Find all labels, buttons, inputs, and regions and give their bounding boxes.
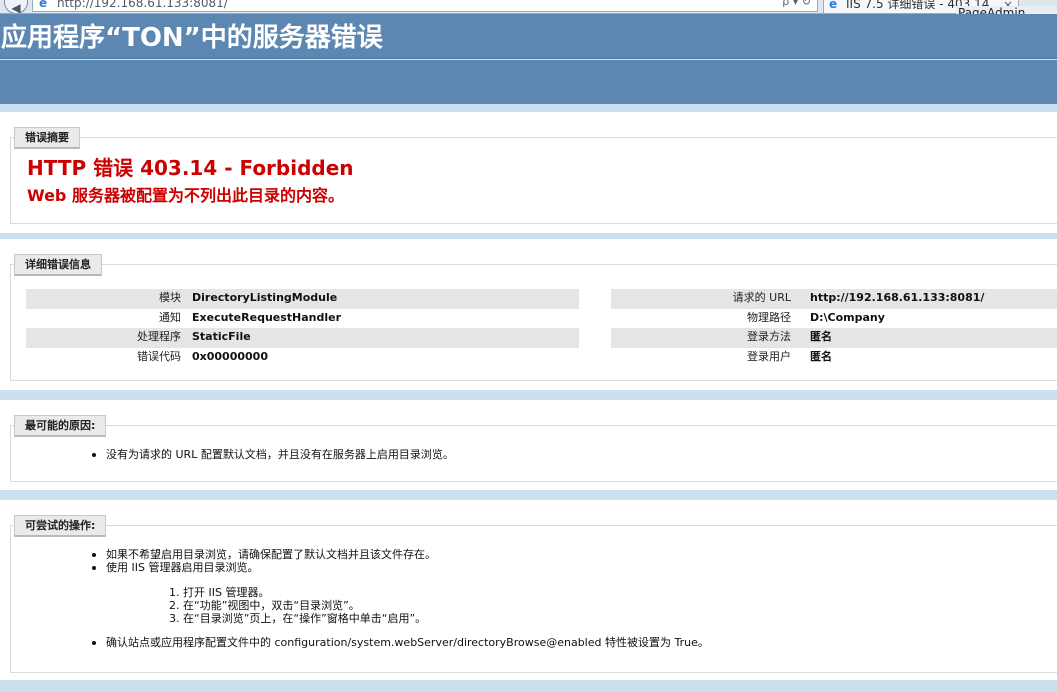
detail-label: 登录方法: [747, 330, 791, 343]
list-item: 如果不希望启用目录浏览，请确保配置了默认文档并且该文件存在。: [92, 548, 436, 561]
list-item: 确认站点或应用程序配置文件中的 configuration/system.web…: [92, 636, 709, 649]
error-subtitle: Web 服务器被配置为不列出此目录的内容。: [27, 186, 344, 205]
detail-row-logon-method: 登录方法 匿名: [611, 328, 1057, 348]
tab-ie-icon: e: [829, 0, 838, 11]
list-item: 没有为请求的 URL 配置默认文档，并且没有在服务器上启用目录浏览。: [92, 448, 454, 461]
actions-list-2: 确认站点或应用程序配置文件中的 configuration/system.web…: [92, 636, 709, 649]
detail-value: StaticFile: [192, 330, 251, 343]
detail-label: 模块: [159, 291, 181, 304]
detail-label: 请求的 URL: [732, 291, 791, 304]
actions-legend: 可尝试的操作:: [14, 515, 107, 537]
page-header: 应用程序“TON”中的服务器错误: [0, 14, 1057, 59]
detail-row-handler: 处理程序 StaticFile: [26, 328, 579, 348]
step-item: 2. 在“功能”视图中，双击“目录浏览”。: [169, 599, 360, 612]
page-title: 应用程序“TON”中的服务器错误: [1, 23, 383, 53]
detail-value: http://192.168.61.133:8081/: [810, 291, 985, 304]
detail-row-request-url: 请求的 URL http://192.168.61.133:8081/: [611, 289, 1057, 309]
details-left-table: 模块 DirectoryListingModule 通知 ExecuteRequ…: [26, 289, 579, 367]
detail-value: D:\Company: [810, 310, 885, 324]
summary-legend: 错误摘要: [14, 127, 80, 149]
back-button[interactable]: ◀: [4, 0, 28, 13]
detail-label: 登录用户: [747, 349, 791, 363]
causes-section: 最可能的原因: 没有为请求的 URL 配置默认文档，并且没有在服务器上启用目录浏…: [0, 400, 1057, 490]
address-text: http://192.168.61.133:8081/: [57, 0, 228, 10]
address-bar[interactable]: e http://192.168.61.133:8081/ ρ ▾ ↻: [32, 0, 818, 12]
step-item: 3. 在“目录浏览”页上，在“操作”窗格中单击“启用”。: [169, 612, 427, 625]
detail-row-module: 模块 DirectoryListingModule: [26, 289, 579, 309]
summary-section: 错误摘要 HTTP 错误 403.14 - Forbidden Web 服务器被…: [0, 112, 1057, 233]
actions-section: 可尝试的操作: 如果不希望启用目录浏览，请确保配置了默认文档并且该文件存在。 使…: [0, 500, 1057, 680]
causes-list: 没有为请求的 URL 配置默认文档，并且没有在服务器上启用目录浏览。: [92, 448, 454, 461]
detail-value: 匿名: [810, 349, 832, 363]
address-tools-icon[interactable]: ρ ▾ ↻: [782, 0, 811, 8]
details-right-table: 请求的 URL http://192.168.61.133:8081/ 物理路径…: [611, 289, 1057, 367]
detail-row-physical-path: 物理路径 D:\Company: [611, 309, 1057, 329]
step-item: 1. 打开 IIS 管理器。: [169, 586, 270, 599]
detail-row-logon-user: 登录用户 匿名: [611, 348, 1057, 368]
actions-list: 如果不希望启用目录浏览，请确保配置了默认文档并且该文件存在。 使用 IIS 管理…: [92, 548, 436, 574]
detail-value: DirectoryListingModule: [192, 291, 338, 304]
details-legend: 详细错误信息: [14, 254, 102, 276]
error-title: HTTP 错误 403.14 - Forbidden: [27, 156, 354, 180]
details-section: 详细错误信息 模块 DirectoryListingModule 通知 Exec…: [0, 239, 1057, 390]
list-item: 使用 IIS 管理器启用目录浏览。: [92, 561, 436, 574]
header-bar: [0, 60, 1057, 104]
ie-icon: e: [39, 0, 48, 10]
detail-value: ExecuteRequestHandler: [192, 310, 342, 324]
detail-label: 处理程序: [137, 330, 181, 343]
detail-row-error-code: 错误代码 0x00000000: [26, 348, 579, 368]
actions-steps: 1. 打开 IIS 管理器。 2. 在“功能”视图中，双击“目录浏览”。 3. …: [169, 586, 426, 625]
detail-label: 通知: [159, 310, 181, 324]
causes-legend: 最可能的原因:: [14, 415, 107, 437]
detail-value: 匿名: [810, 330, 832, 343]
detail-row-notification: 通知 ExecuteRequestHandler: [26, 309, 579, 329]
detail-value: 0x00000000: [192, 349, 268, 363]
browser-chrome: ◀ e http://192.168.61.133:8081/ ρ ▾ ↻ e …: [0, 0, 1057, 14]
detail-label: 物理路径: [747, 310, 791, 324]
detail-label: 错误代码: [137, 349, 181, 363]
